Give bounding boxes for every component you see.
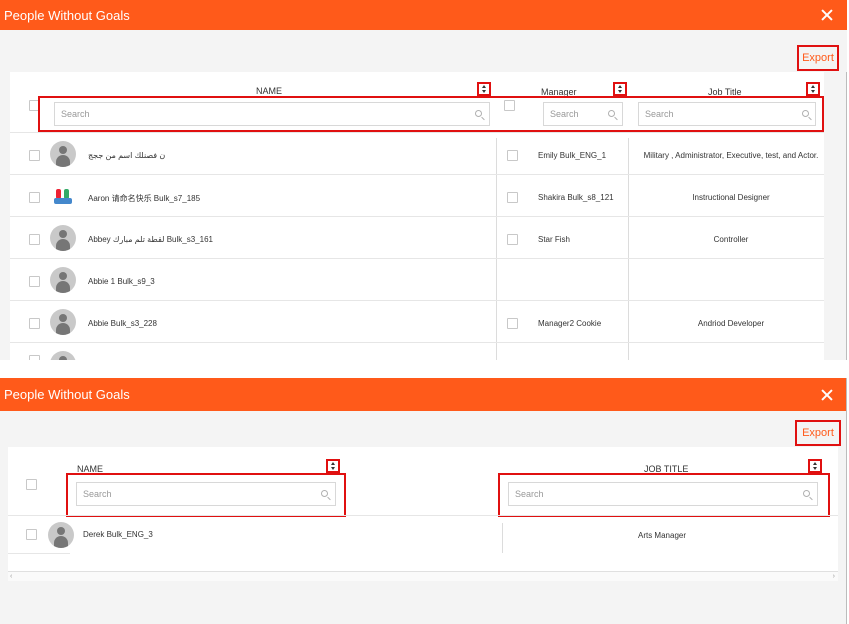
table-row[interactable]: Abbie Bulk_s3_228 Manager2 Cookie Andrio… bbox=[10, 301, 824, 343]
row-checkbox[interactable] bbox=[29, 234, 40, 245]
avatar bbox=[50, 141, 76, 167]
scrollbar[interactable] bbox=[846, 72, 847, 360]
table-row[interactable] bbox=[10, 343, 824, 360]
row-checkbox[interactable] bbox=[29, 355, 40, 360]
manager-name: Shakira Bulk_s8_121 bbox=[538, 193, 614, 202]
person-name: Abbey لقطة تلم مبارك Bulk_s3_161 bbox=[88, 235, 213, 244]
manager-select-checkbox[interactable] bbox=[504, 100, 515, 111]
close-icon[interactable] bbox=[819, 387, 835, 403]
row-checkbox[interactable] bbox=[29, 318, 40, 329]
people-table: NAME Manager Job Title ن فصنلك اسم من جج… bbox=[10, 72, 824, 360]
manager-checkbox[interactable] bbox=[507, 318, 518, 329]
dialog-title: People Without Goals bbox=[4, 387, 130, 402]
scroll-right-icon[interactable]: › bbox=[833, 573, 835, 580]
dialog-title: People Without Goals bbox=[4, 7, 130, 23]
search-icon bbox=[321, 490, 328, 497]
search-icon bbox=[475, 110, 482, 117]
search-icon bbox=[802, 110, 809, 117]
sort-manager-icon[interactable] bbox=[613, 82, 627, 96]
table-row[interactable]: ن فصنلك اسم من ججج Emily Bulk_ENG_1 Mili… bbox=[10, 133, 824, 175]
search-icon bbox=[608, 110, 615, 117]
export-button[interactable]: Export bbox=[797, 45, 839, 71]
table-row[interactable]: Aaron 请命名快乐 Bulk_s7_185 Shakira Bulk_s8_… bbox=[10, 175, 824, 217]
person-name: Derek Bulk_ENG_3 bbox=[83, 530, 153, 539]
scrollbar[interactable] bbox=[846, 378, 847, 624]
sort-job-title-icon[interactable] bbox=[806, 82, 820, 96]
job-title-search-input[interactable] bbox=[508, 482, 818, 506]
people-table: NAME JOB TITLE Derek Bulk_ENG_3 Arts Man… bbox=[8, 447, 838, 581]
row-checkbox[interactable] bbox=[29, 276, 40, 287]
person-name: Abbie Bulk_s3_228 bbox=[88, 319, 157, 328]
manager-checkbox[interactable] bbox=[507, 192, 518, 203]
job-title-search-input[interactable] bbox=[638, 102, 816, 126]
avatar bbox=[48, 522, 74, 548]
person-name: Aaron 请命名快乐 Bulk_s7_185 bbox=[88, 194, 201, 203]
scroll-left-icon[interactable]: ‹ bbox=[10, 573, 12, 580]
person-name: Abbie 1 Bulk_s9_3 bbox=[88, 277, 155, 286]
horizontal-scrollbar[interactable]: ‹ › bbox=[8, 571, 838, 581]
dialog-titlebar: People Without Goals bbox=[0, 0, 847, 30]
avatar bbox=[50, 351, 76, 360]
people-without-goals-dialog-2: People Without Goals Export NAME JOB TIT… bbox=[0, 378, 847, 624]
close-icon[interactable] bbox=[819, 7, 835, 23]
row-checkbox[interactable] bbox=[26, 529, 37, 540]
manager-checkbox[interactable] bbox=[507, 234, 518, 245]
manager-name: Emily Bulk_ENG_1 bbox=[538, 151, 607, 160]
manager-name: Manager2 Cookie bbox=[538, 319, 602, 328]
avatar bbox=[50, 267, 76, 293]
search-icon bbox=[803, 490, 810, 497]
manager-checkbox[interactable] bbox=[507, 150, 518, 161]
name-search-input[interactable] bbox=[76, 482, 336, 506]
person-name: ن فصنلك اسم من ججج bbox=[88, 151, 166, 160]
job-title: Military , Administrator, Executive, tes… bbox=[643, 151, 819, 160]
column-header-name: NAME bbox=[256, 86, 283, 96]
job-title: Arts Manager bbox=[637, 531, 687, 540]
name-search-input[interactable] bbox=[54, 102, 490, 126]
sort-name-icon[interactable] bbox=[326, 459, 340, 473]
table-row[interactable]: Derek Bulk_ENG_3 Arts Manager bbox=[8, 516, 838, 554]
table-row[interactable]: Abbey لقطة تلم مبارك Bulk_s3_161 Star Fi… bbox=[10, 217, 824, 259]
job-title: Andriod Developer bbox=[697, 319, 765, 328]
row-checkbox[interactable] bbox=[29, 150, 40, 161]
manager-name: Star Fish bbox=[538, 235, 571, 244]
sort-name-icon[interactable] bbox=[477, 82, 491, 96]
sort-job-title-icon[interactable] bbox=[808, 459, 822, 473]
job-title: Instructional Designer bbox=[692, 193, 770, 202]
export-button[interactable]: Export bbox=[795, 420, 841, 446]
people-without-goals-dialog: People Without Goals Export NAME Manager… bbox=[0, 0, 847, 360]
avatar bbox=[50, 225, 76, 251]
table-row[interactable]: Abbie 1 Bulk_s9_3 bbox=[10, 259, 824, 301]
dialog-titlebar: People Without Goals bbox=[0, 378, 847, 411]
job-title: Controller bbox=[713, 235, 749, 244]
avatar bbox=[50, 183, 76, 209]
select-all-checkbox[interactable] bbox=[26, 479, 37, 490]
row-checkbox[interactable] bbox=[29, 192, 40, 203]
avatar bbox=[50, 309, 76, 335]
